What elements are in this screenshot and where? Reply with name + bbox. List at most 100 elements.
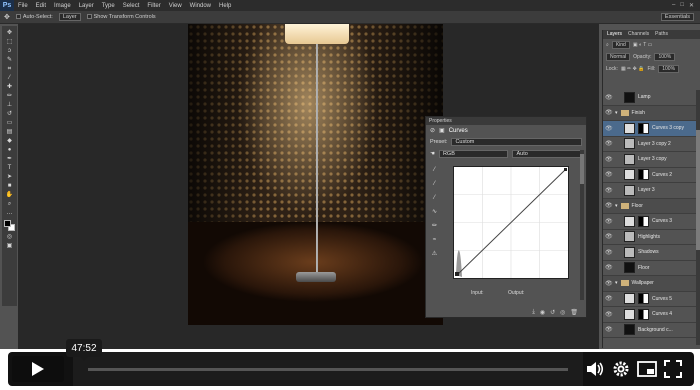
progress-area[interactable]	[73, 352, 583, 386]
auto-select-dropdown[interactable]: Layer	[58, 13, 81, 21]
blend-mode-dropdown[interactable]: Normal	[606, 53, 631, 61]
preset-dropdown[interactable]: Custom	[451, 138, 582, 146]
lock-icons[interactable]: ▦ ✏ ✥ 🔒	[621, 66, 645, 72]
layer-row[interactable]: 👁 Curves 5	[603, 292, 699, 307]
smooth-curve-icon[interactable]: ≈	[430, 237, 439, 244]
layer-name[interactable]: Curves 3	[652, 218, 672, 224]
menu-layer[interactable]: Layer	[75, 3, 98, 9]
group-expand-icon[interactable]: ▾	[615, 203, 618, 209]
layer-name[interactable]: Curves 4	[652, 311, 672, 317]
gray-point-eyedropper-icon[interactable]: ⁄	[430, 181, 439, 188]
layer-row[interactable]: 👁 ▾ Finish	[603, 105, 699, 121]
eyedropper-tool-icon[interactable]: ⁄	[4, 74, 15, 82]
crop-tool-icon[interactable]: ⌗	[4, 65, 15, 73]
black-point-handle[interactable]	[455, 272, 459, 276]
visibility-eye-icon[interactable]: 👁	[605, 264, 613, 271]
kind-dropdown[interactable]: Kind	[611, 41, 630, 49]
history-brush-icon[interactable]: ↺	[4, 110, 15, 118]
layer-name[interactable]: Curves 5	[652, 296, 672, 302]
workspace-dropdown[interactable]: Essentials	[660, 13, 694, 21]
minimize-button[interactable]: –	[672, 2, 675, 9]
visibility-eye-icon[interactable]: 👁	[605, 311, 613, 318]
opacity-field[interactable]: 100%	[654, 53, 676, 61]
layer-name[interactable]: Layer 3 copy	[638, 156, 667, 162]
layer-name[interactable]: Curves 2	[652, 172, 672, 178]
visibility-eye-icon[interactable]: 👁	[605, 94, 613, 101]
visibility-eye-icon[interactable]: 👁	[605, 249, 613, 256]
brush-tool-icon[interactable]: ✏	[4, 92, 15, 100]
layer-name[interactable]: Wallpaper	[632, 280, 654, 286]
layer-row[interactable]: 👁 Shadows	[603, 245, 699, 261]
visibility-eye-icon[interactable]: 👁	[605, 233, 613, 240]
visibility-eye-icon[interactable]: 👁	[605, 109, 613, 116]
pencil-curve-icon[interactable]: ✏	[430, 223, 439, 230]
stamp-tool-icon[interactable]: ⊥	[4, 101, 15, 109]
on-image-adjust-icon[interactable]: ☚	[430, 151, 435, 157]
pip-button[interactable]	[635, 357, 659, 381]
curve-point-tool-icon[interactable]: ∿	[430, 209, 439, 216]
close-button[interactable]: ✕	[689, 2, 694, 9]
visibility-eye-icon[interactable]: 👁	[605, 140, 613, 147]
quick-mask-icon[interactable]: ◎	[4, 233, 15, 241]
curves-graph[interactable]	[453, 166, 569, 279]
pen-tool-icon[interactable]: ✒	[4, 155, 15, 163]
layer-row[interactable]: 👁 Floor	[603, 261, 699, 276]
menu-filter[interactable]: Filter	[143, 3, 164, 9]
menu-image[interactable]: Image	[50, 3, 75, 9]
screen-mode-icon[interactable]: ▣	[4, 242, 15, 250]
tab-paths[interactable]: Paths	[655, 30, 668, 39]
layer-name[interactable]: Curves 3 copy	[652, 125, 684, 131]
menu-file[interactable]: File	[14, 3, 32, 9]
layer-name[interactable]: Finish	[632, 110, 645, 116]
dodge-tool-icon[interactable]: ●	[4, 146, 15, 154]
tab-layers[interactable]: Layers	[607, 30, 622, 39]
lasso-tool-icon[interactable]: ↄ	[4, 47, 15, 55]
visibility-eye-icon[interactable]: 👁	[605, 280, 613, 287]
foreground-color-swatch[interactable]	[4, 220, 11, 227]
layer-row[interactable]: 👁 Highlights	[603, 230, 699, 245]
view-previous-icon[interactable]: ◉	[540, 309, 545, 316]
layer-row[interactable]: 👁 Lamp	[603, 90, 699, 106]
visibility-eye-icon[interactable]: 👁	[605, 156, 613, 163]
delete-icon[interactable]: 🗑	[570, 309, 578, 316]
move-tool-icon[interactable]: ✥	[4, 29, 15, 37]
color-swatches[interactable]	[4, 220, 15, 232]
layer-row[interactable]: 👁 Layer 3 copy 2	[603, 137, 699, 152]
visibility-toggle-icon[interactable]: ◎	[560, 309, 565, 316]
fullscreen-button[interactable]	[661, 357, 685, 381]
layer-row[interactable]: 👁 Curves 2	[603, 168, 699, 183]
play-button[interactable]	[12, 356, 64, 382]
more-tools-icon[interactable]: …	[4, 209, 15, 217]
visibility-eye-icon[interactable]: 👁	[605, 171, 613, 178]
filter-icons[interactable]: ▣ ◐ T ▭	[633, 42, 653, 48]
visibility-eye-icon[interactable]: 👁	[605, 295, 613, 302]
menu-window[interactable]: Window	[186, 3, 215, 9]
mask-icon[interactable]: ▣	[439, 127, 445, 134]
show-transform-checkbox[interactable]	[86, 14, 92, 20]
progress-track[interactable]	[88, 368, 568, 371]
visibility-eye-icon[interactable]: 👁	[605, 202, 613, 209]
layer-name[interactable]: Shadows	[638, 249, 659, 255]
auto-select-checkbox[interactable]	[15, 14, 21, 20]
layer-name[interactable]: Highlights	[638, 234, 660, 240]
layer-row[interactable]: 👁 Curves 4	[603, 307, 699, 323]
tab-channels[interactable]: Channels	[628, 30, 649, 39]
white-point-eyedropper-icon[interactable]: ⁄	[430, 195, 439, 202]
layers-scroll-thumb[interactable]	[696, 130, 700, 250]
layer-row[interactable]: 👁 Curves 3 copy	[603, 121, 699, 137]
layer-name[interactable]: Layer 3 copy 2	[638, 141, 671, 147]
healing-tool-icon[interactable]: ✚	[4, 83, 15, 91]
menu-edit[interactable]: Edit	[32, 3, 50, 9]
layer-name[interactable]: Background c...	[638, 327, 673, 333]
properties-scrollbar[interactable]	[580, 150, 584, 300]
clipping-warning-icon[interactable]: ⚠	[430, 251, 439, 258]
layer-row[interactable]: 👁 ▾ Wallpaper	[603, 276, 699, 292]
layer-row[interactable]: 👁 ▾ Floor	[603, 198, 699, 214]
properties-scroll-thumb[interactable]	[580, 154, 584, 184]
white-point-handle[interactable]	[564, 168, 567, 171]
layer-row[interactable]: 👁 Curves 3	[603, 214, 699, 230]
blur-tool-icon[interactable]: ◆	[4, 137, 15, 145]
layer-row[interactable]: 👁 Layer 3 copy	[603, 152, 699, 168]
gradient-tool-icon[interactable]: ▤	[4, 128, 15, 136]
auto-select-option[interactable]: Auto-Select:	[15, 14, 53, 20]
